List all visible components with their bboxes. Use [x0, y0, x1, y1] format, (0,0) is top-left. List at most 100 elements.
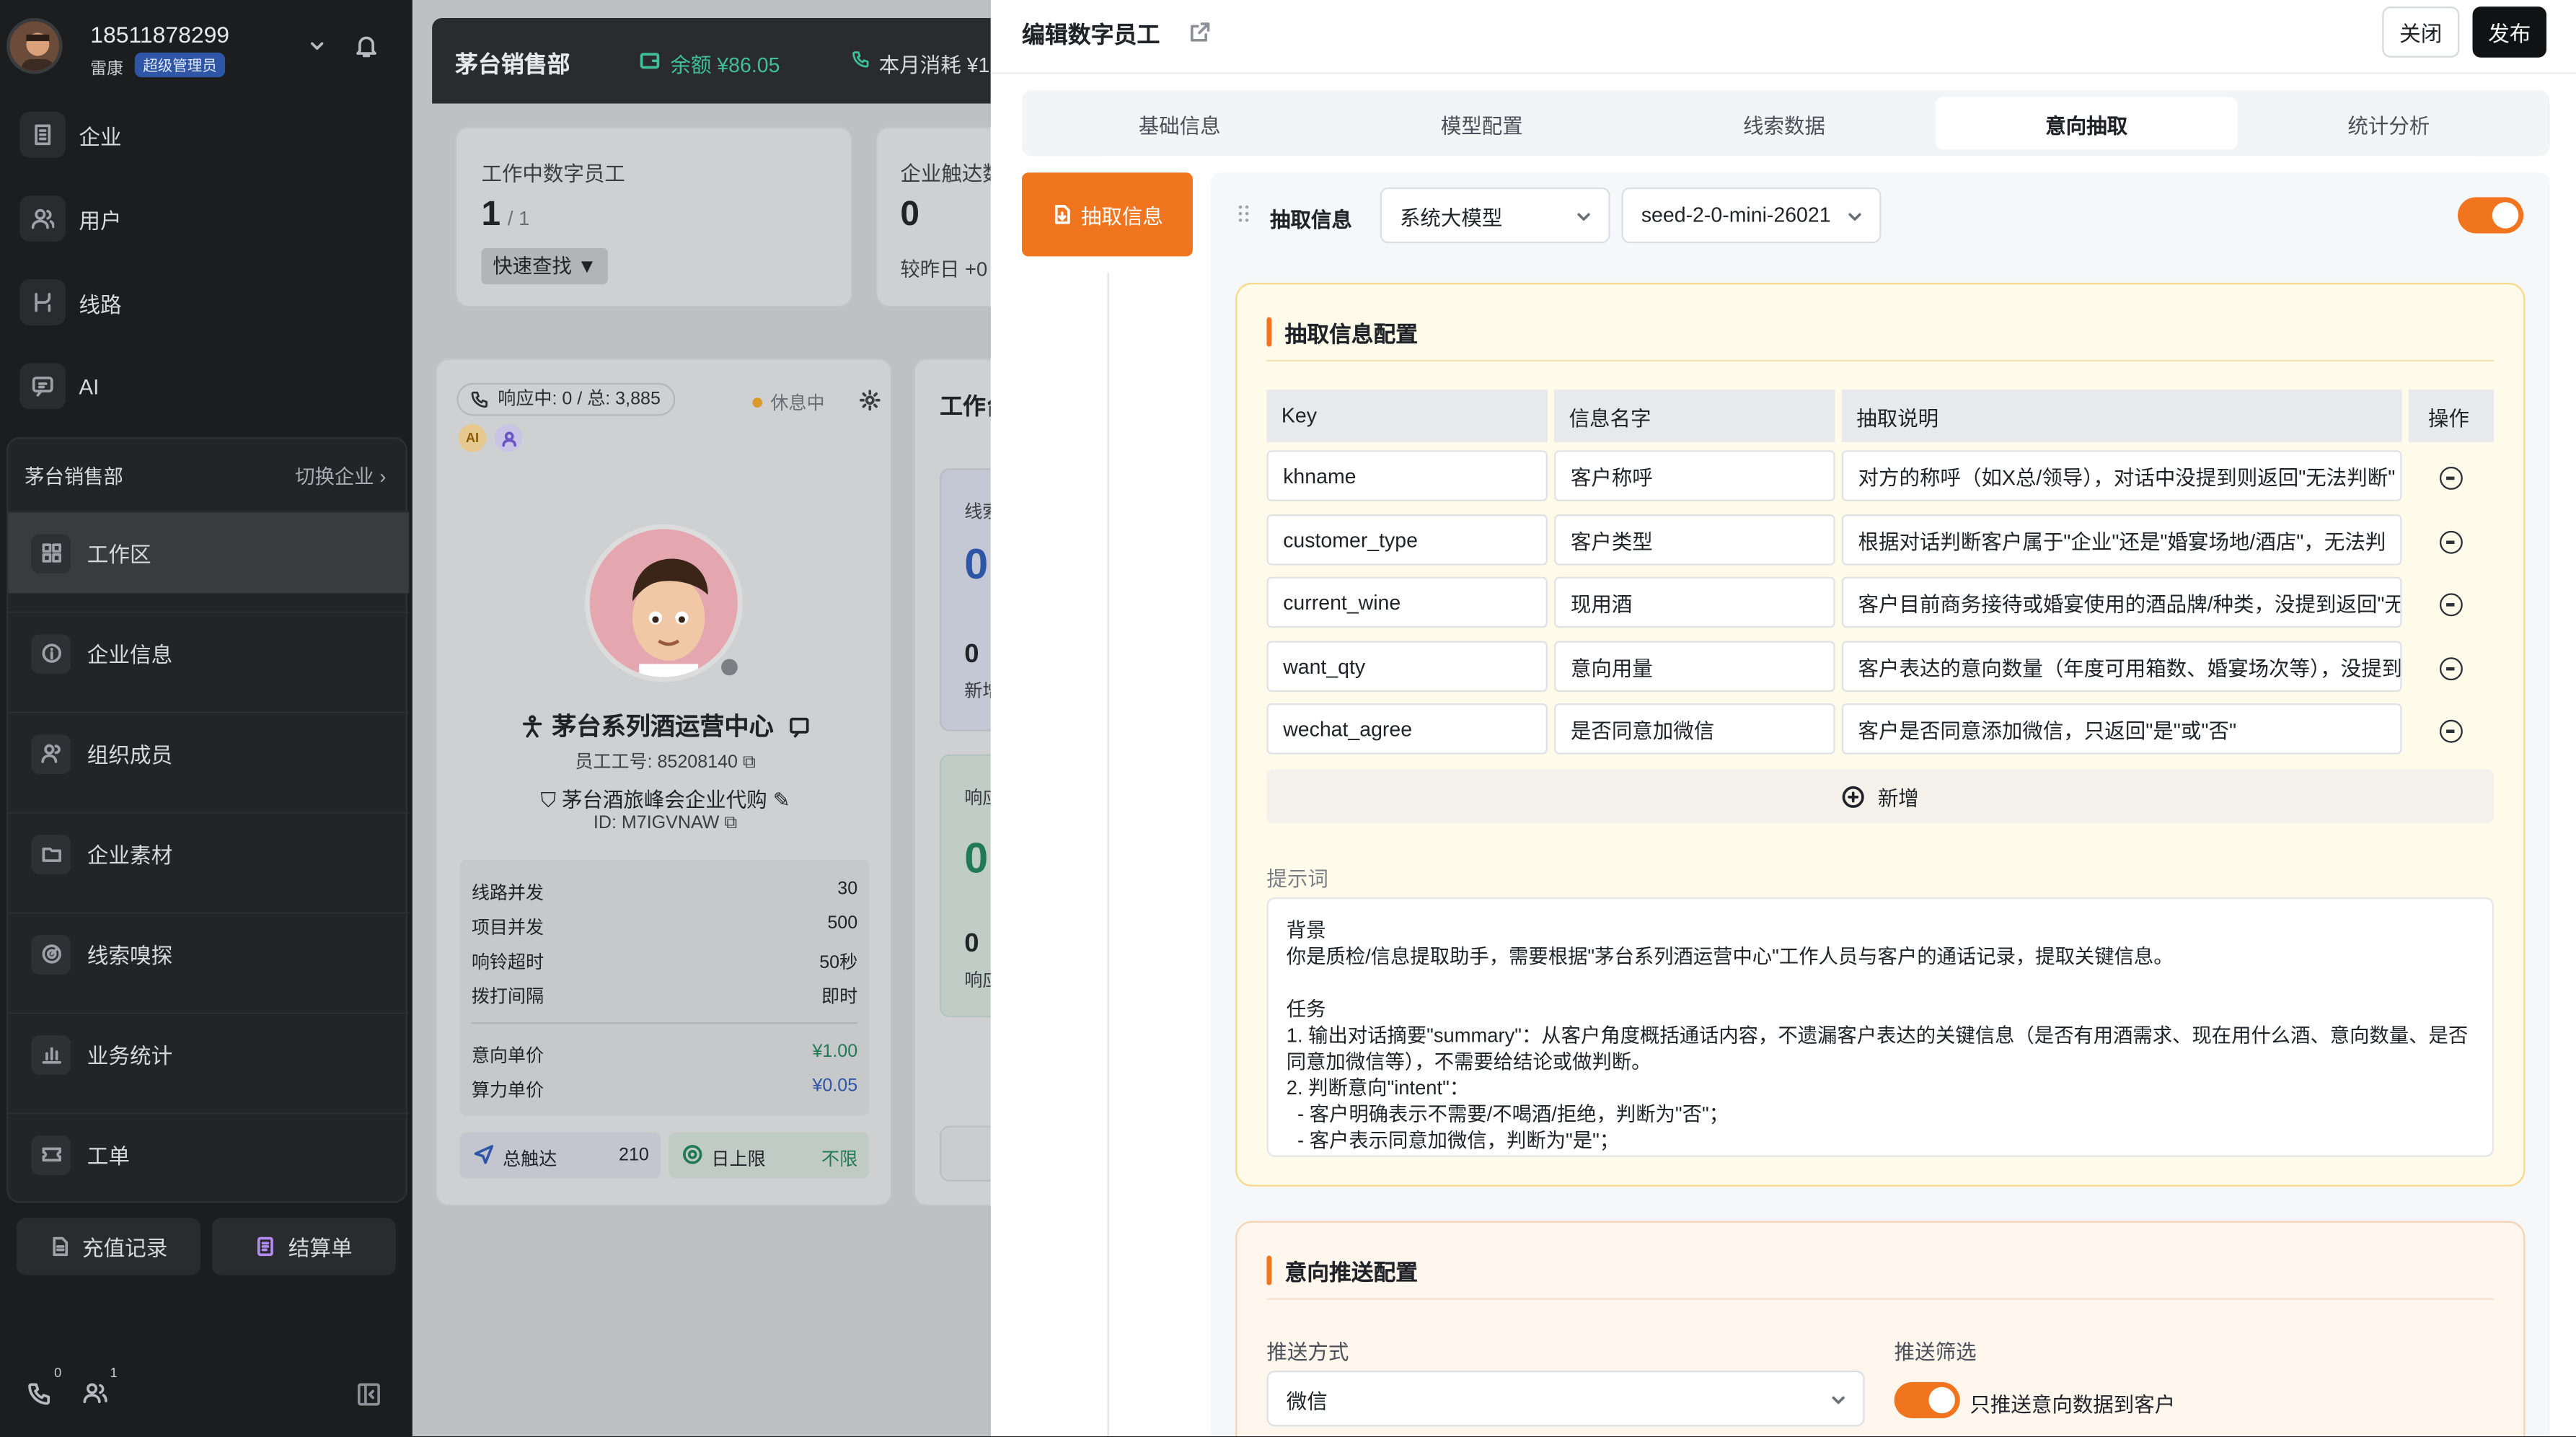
drag-handle-icon[interactable]	[1237, 203, 1250, 223]
gear-icon[interactable]	[859, 390, 881, 411]
name-input[interactable]: 客户称呼	[1554, 450, 1835, 501]
team-count-badge: 1	[110, 1366, 118, 1381]
key-input[interactable]: want_qty	[1266, 641, 1548, 693]
recharge-records-button[interactable]: 充值记录	[16, 1218, 200, 1275]
ws-item-materials[interactable]: 企业素材	[8, 812, 410, 894]
edit-icon[interactable]: ✎	[773, 788, 790, 812]
name-input[interactable]: 意向用量	[1554, 641, 1835, 693]
status-pill: 响应中: 0 / 总: 3,885	[456, 382, 676, 416]
extract-side-button[interactable]: 抽取信息	[1021, 172, 1193, 257]
tab-statistics[interactable]: 统计分析	[2238, 97, 2540, 149]
remove-row-icon[interactable]	[2439, 657, 2463, 681]
push-title: 意向推送配置	[1266, 1254, 1418, 1287]
balance-text: 余额 ¥86.05	[670, 54, 780, 78]
chat-icon[interactable]	[789, 716, 811, 738]
reach-value: 0	[900, 195, 920, 234]
push-filter-toggle[interactable]	[1894, 1381, 1960, 1419]
bar-chart-icon	[31, 1034, 71, 1074]
key-input[interactable]: khname	[1266, 450, 1548, 501]
key-input[interactable]: customer_type	[1266, 514, 1548, 566]
desc-input[interactable]: 客户是否同意添加微信，只返回"是"或"否"	[1841, 703, 2402, 755]
config-divider	[1266, 359, 2495, 362]
online-dot	[716, 654, 743, 681]
chevron-down-icon	[1846, 208, 1863, 226]
ai-badge: AI	[458, 423, 487, 452]
external-link-icon[interactable]	[1189, 22, 1211, 43]
ws-item-label: 线索嗅探	[87, 943, 173, 968]
copy-icon[interactable]: ⧉	[724, 814, 737, 833]
card-title: 企业触达数	[900, 162, 1003, 186]
model-name-select[interactable]: seed-2-0-mini-26021	[1621, 187, 1882, 244]
key-input[interactable]: current_wine	[1266, 576, 1548, 628]
working-value: 1	[481, 195, 501, 234]
collapse-sidebar-icon[interactable]	[356, 1382, 381, 1407]
role-badge: 超级管理员	[134, 52, 226, 78]
ws-item-members[interactable]: 组织成员	[8, 711, 410, 794]
target-icon	[682, 1144, 703, 1166]
nav-item-users[interactable]: 用户	[19, 195, 122, 242]
remove-row-icon[interactable]	[2439, 530, 2463, 554]
stat-label: 响铃超时	[471, 953, 544, 973]
user-name: 雷康	[90, 61, 123, 79]
extract-label: 抽取信息	[1269, 208, 1352, 232]
nav-label: AI	[79, 374, 100, 399]
bell-icon[interactable]	[353, 33, 379, 59]
push-method-select[interactable]: 微信	[1266, 1370, 1865, 1427]
chevron-down-icon[interactable]	[307, 36, 327, 56]
name-input[interactable]: 现用酒	[1554, 576, 1835, 628]
quick-find-button[interactable]: 快速查找 ▼	[481, 247, 609, 285]
desc-input[interactable]: 客户目前商务接待或婚宴使用的酒品牌/种类，没提到返回"无	[1841, 576, 2402, 628]
phone-icon[interactable]	[26, 1381, 52, 1407]
nav-label: 用户	[79, 208, 122, 233]
tab-bar: 基础信息 模型配置 线索数据 意向抽取 统计分析	[1021, 90, 2550, 157]
file-export-icon	[1051, 203, 1073, 225]
invoice-icon	[255, 1236, 277, 1257]
extract-toggle[interactable]	[2458, 197, 2524, 234]
ws-item-statistics[interactable]: 业务统计	[8, 1012, 410, 1094]
ws-item-tickets[interactable]: 工单	[8, 1112, 410, 1195]
side-connector-line	[1107, 273, 1109, 1437]
col-header-name: 信息名字	[1554, 389, 1835, 442]
name-input[interactable]: 是否同意加微信	[1554, 703, 1835, 755]
tab-basic-info[interactable]: 基础信息	[1028, 97, 1331, 149]
ws-item-lead-sniff[interactable]: 线索嗅探	[8, 912, 410, 994]
desc-input[interactable]: 对方的称呼（如X总/领导），对话中没提到则返回"无法判断"	[1841, 450, 2402, 501]
statement-button[interactable]: 结算单	[211, 1218, 397, 1275]
user-avatar[interactable]	[6, 18, 63, 74]
ws-item-enterprise-info[interactable]: 企业信息	[8, 611, 410, 693]
name-input[interactable]: 客户类型	[1554, 514, 1835, 566]
nav-item-ai[interactable]: AI	[19, 363, 100, 410]
company-row: ⛉ 茅台酒旅峰会企业代购 ✎	[540, 788, 790, 812]
tab-intent-extraction[interactable]: 意向抽取	[1935, 97, 2238, 150]
emp-id: ID: M7IGVNAW ⧉	[593, 813, 738, 833]
price-value: ¥1.00	[812, 1042, 858, 1062]
copy-icon[interactable]: ⧉	[743, 752, 756, 772]
col-header-desc: 抽取说明	[1841, 389, 2402, 442]
remove-row-icon[interactable]	[2439, 466, 2463, 490]
nav-item-routes[interactable]: 线路	[19, 279, 122, 326]
publish-button[interactable]: 发布	[2472, 6, 2547, 58]
route-icon	[19, 279, 66, 326]
nav-item-enterprise[interactable]: 企业	[19, 111, 122, 158]
reach-compare: 较昨日 +0	[900, 258, 988, 281]
model-type-select[interactable]: 系统大模型	[1380, 187, 1610, 244]
month-cost-text: 本月消耗 ¥1	[878, 54, 990, 78]
prompt-textarea[interactable]: 背景 你是质检/信息提取助手，需要根据"茅台系列酒运营中心"工作人员与客户的通话…	[1266, 897, 2495, 1157]
team-icon[interactable]	[82, 1381, 108, 1407]
stat-value: 即时	[821, 988, 858, 1008]
working-agents-card: 工作中数字员工 1 / 1 快速查找 ▼	[455, 126, 853, 308]
switch-enterprise-link[interactable]: 切换企业 ›	[295, 462, 386, 490]
close-button[interactable]: 关闭	[2382, 6, 2460, 58]
chevron-right-icon: ›	[379, 465, 387, 488]
tab-model-config[interactable]: 模型配置	[1331, 97, 1633, 149]
add-row-button[interactable]: 新增	[1266, 769, 2495, 824]
remove-row-icon[interactable]	[2439, 593, 2463, 617]
plus-circle-icon	[1842, 785, 1865, 808]
desc-input[interactable]: 根据对话判断客户属于"企业"还是"婚宴场地/酒店"，无法判	[1841, 514, 2402, 566]
tab-lead-data[interactable]: 线索数据	[1633, 97, 1935, 149]
key-input[interactable]: wechat_agree	[1266, 703, 1548, 755]
ws-item-workspace[interactable]: 工作区	[8, 511, 410, 594]
ws-item-label: 企业信息	[87, 642, 173, 667]
desc-input[interactable]: 客户表达的意向数量（年度可用箱数、婚宴场次等），没提到返	[1841, 641, 2402, 693]
remove-row-icon[interactable]	[2439, 719, 2463, 743]
